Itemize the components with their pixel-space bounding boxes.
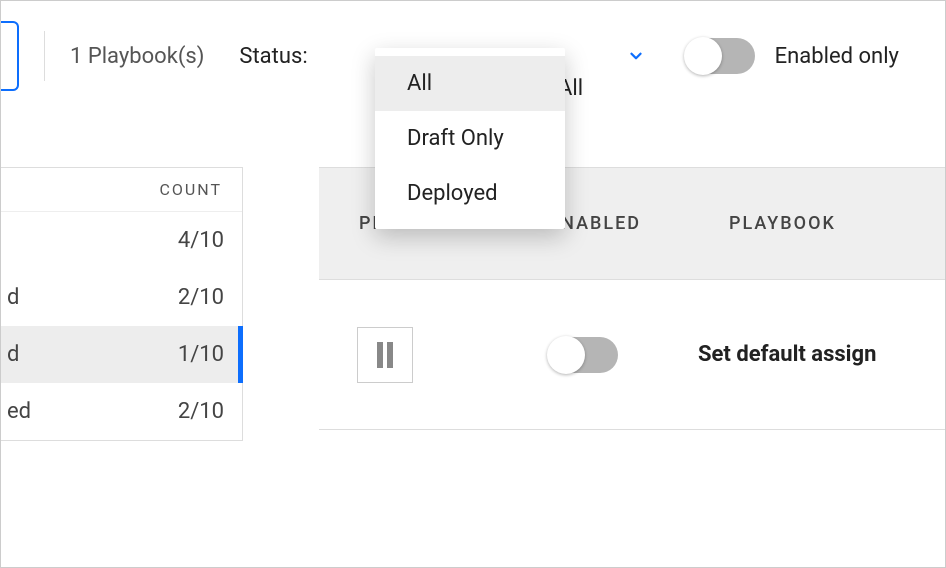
table-row: Set default assign: [319, 280, 945, 430]
column-header-enabled[interactable]: ENABLED: [549, 213, 729, 234]
toggle-knob: [547, 336, 585, 374]
enabled-only-toggle[interactable]: [685, 38, 755, 74]
sidebar-row-count: 1/10: [178, 342, 224, 367]
sidebar-count-header: COUNT: [159, 180, 222, 199]
status-filter-label: Status:: [239, 44, 307, 69]
sidebar-header: COUNT: [1, 168, 242, 212]
chevron-down-icon: [627, 47, 645, 65]
playbook-count-label: 1 Playbook(s): [70, 44, 204, 69]
sidebar-row-label: d: [7, 342, 19, 367]
status-dropdown[interactable]: All Draft Only Deployed: [375, 48, 565, 229]
sidebar-row-label: d: [7, 285, 19, 310]
row-enabled-toggle[interactable]: [548, 337, 618, 373]
divider: [44, 31, 45, 81]
toggle-knob: [684, 37, 722, 75]
sidebar-row[interactable]: ed 2/10: [1, 383, 242, 440]
sidebar-row[interactable]: d 1/10: [1, 326, 242, 383]
dropdown-item-draft-only[interactable]: Draft Only: [375, 111, 565, 166]
pause-icon: [377, 342, 393, 368]
playbook-name[interactable]: Set default assign: [698, 342, 876, 367]
sidebar-row-label: ed: [7, 399, 31, 424]
enabled-only-label: Enabled only: [775, 44, 899, 69]
sidebar-row-count: 4/10: [178, 228, 224, 253]
sidebar: COUNT 4/10 d 2/10 d 1/10 ed 2/10: [1, 167, 243, 441]
dropdown-item-all[interactable]: All: [375, 56, 565, 111]
sidebar-row-count: 2/10: [178, 399, 224, 424]
toggle-left-panel-button[interactable]: [1, 21, 19, 91]
column-header-playbook[interactable]: PLAYBOOK: [729, 213, 945, 234]
dropdown-item-deployed[interactable]: Deployed: [375, 166, 565, 221]
sidebar-row-count: 2/10: [178, 285, 224, 310]
status-filter-select[interactable]: [613, 47, 645, 65]
sidebar-row[interactable]: d 2/10: [1, 269, 242, 326]
sidebar-row[interactable]: 4/10: [1, 212, 242, 269]
priority-drag-handle[interactable]: [357, 327, 413, 383]
